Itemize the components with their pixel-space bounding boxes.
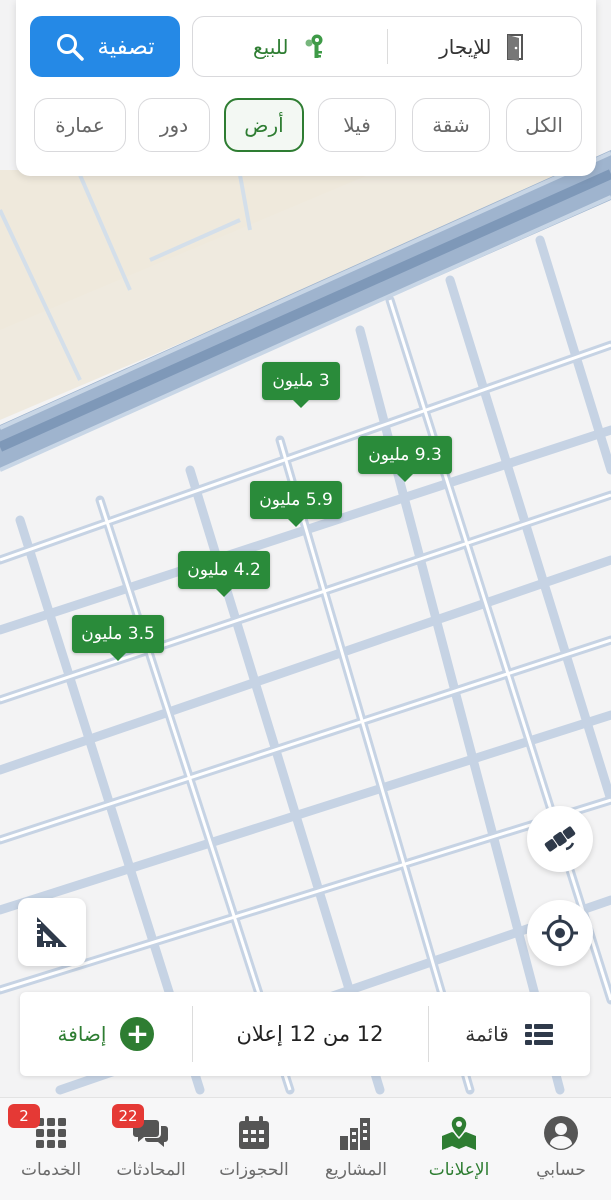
nav-projects[interactable]: المشاريع: [305, 1114, 407, 1194]
bottom-nav: 2 الخدمات 22 المحادثات الحجوزات المشاريع: [0, 1097, 611, 1200]
ruler-triangle-icon: [37, 917, 67, 947]
list-view-label: قائمة: [465, 1022, 509, 1046]
nav-services[interactable]: 2 الخدمات: [0, 1104, 102, 1194]
chip-apartment[interactable]: شقة: [412, 98, 490, 152]
listing-count: 12 من 12 إعلان: [192, 992, 428, 1076]
filter-button-label: تصفية: [97, 33, 155, 60]
chip-land[interactable]: أرض: [224, 98, 304, 152]
search-icon: [57, 33, 85, 61]
chip-all[interactable]: الكل: [506, 98, 582, 152]
map-pin-icon: [442, 1115, 476, 1150]
notification-badge: 2: [8, 1104, 40, 1128]
nav-label: الخدمات: [20, 1160, 82, 1180]
price-marker[interactable]: 3.5 مليون: [72, 615, 164, 661]
listing-count-label: 12 من 12 إعلان: [236, 1022, 384, 1046]
chip-label: الكل: [525, 113, 563, 137]
add-listing-button[interactable]: + إضافة: [20, 992, 192, 1076]
nav-chats[interactable]: 22 المحادثات: [100, 1104, 202, 1194]
plus-icon: +: [120, 1017, 155, 1051]
price-marker[interactable]: 5.9 مليون: [250, 481, 342, 527]
price-marker-label: 3 مليون: [272, 371, 330, 391]
price-marker-label: 5.9 مليون: [259, 490, 333, 510]
sale-option-label: للبيع: [253, 34, 289, 59]
price-marker-label: 4.2 مليون: [187, 560, 261, 580]
price-marker[interactable]: 9.3 مليون: [358, 436, 452, 482]
nav-listings[interactable]: الإعلانات: [408, 1114, 510, 1194]
filter-panel: تصفية للإيجار للبيع الكل شقة فيلا أرض دو…: [16, 0, 596, 176]
crosshair-icon: [542, 915, 578, 951]
filter-button[interactable]: تصفية: [30, 16, 180, 77]
chip-building[interactable]: عمارة: [34, 98, 126, 152]
chip-villa[interactable]: فيلا: [318, 98, 396, 152]
nav-account[interactable]: حسابي: [510, 1114, 611, 1194]
buildings-icon: [340, 1118, 370, 1150]
sale-option[interactable]: للبيع: [193, 17, 387, 76]
calendar-icon: [239, 1116, 269, 1149]
property-type-chips: الكل شقة فيلا أرض دور عمارة: [16, 98, 596, 154]
measure-button[interactable]: [18, 898, 86, 966]
chip-label: عمارة: [55, 113, 105, 137]
chip-label: شقة: [432, 113, 470, 137]
nav-label: المشاريع: [324, 1160, 388, 1180]
chip-floor[interactable]: دور: [138, 98, 210, 152]
add-listing-label: إضافة: [57, 1022, 107, 1046]
nav-label: حسابي: [536, 1160, 586, 1180]
nav-label: الإعلانات: [428, 1160, 490, 1180]
nav-label: المحادثات: [116, 1160, 186, 1180]
listing-action-bar: + إضافة 12 من 12 إعلان قائمة: [20, 992, 590, 1076]
chip-label: دور: [159, 113, 189, 137]
notification-badge: 22: [112, 1104, 144, 1128]
price-marker-label: 9.3 مليون: [368, 445, 442, 465]
price-marker[interactable]: 3 مليون: [262, 362, 340, 408]
list-view-button[interactable]: قائمة: [428, 992, 590, 1076]
price-marker-label: 3.5 مليون: [81, 624, 155, 644]
purpose-toggle: للإيجار للبيع: [192, 16, 582, 77]
keys-icon: [305, 34, 323, 58]
locate-button[interactable]: [527, 900, 593, 966]
account-icon: [544, 1116, 578, 1150]
list-icon: [524, 1024, 553, 1045]
satellite-icon: [544, 826, 576, 852]
purpose-divider: [386, 29, 388, 64]
door-icon: [507, 33, 524, 61]
chip-label: أرض: [244, 113, 284, 137]
chip-label: فيلا: [343, 113, 371, 137]
nav-bookings[interactable]: الحجوزات: [203, 1114, 305, 1194]
price-marker[interactable]: 4.2 مليون: [178, 551, 270, 597]
rent-option-label: للإيجار: [439, 34, 492, 59]
nav-label: الحجوزات: [219, 1160, 289, 1180]
satellite-button[interactable]: [527, 806, 593, 872]
rent-option[interactable]: للإيجار: [388, 17, 582, 76]
